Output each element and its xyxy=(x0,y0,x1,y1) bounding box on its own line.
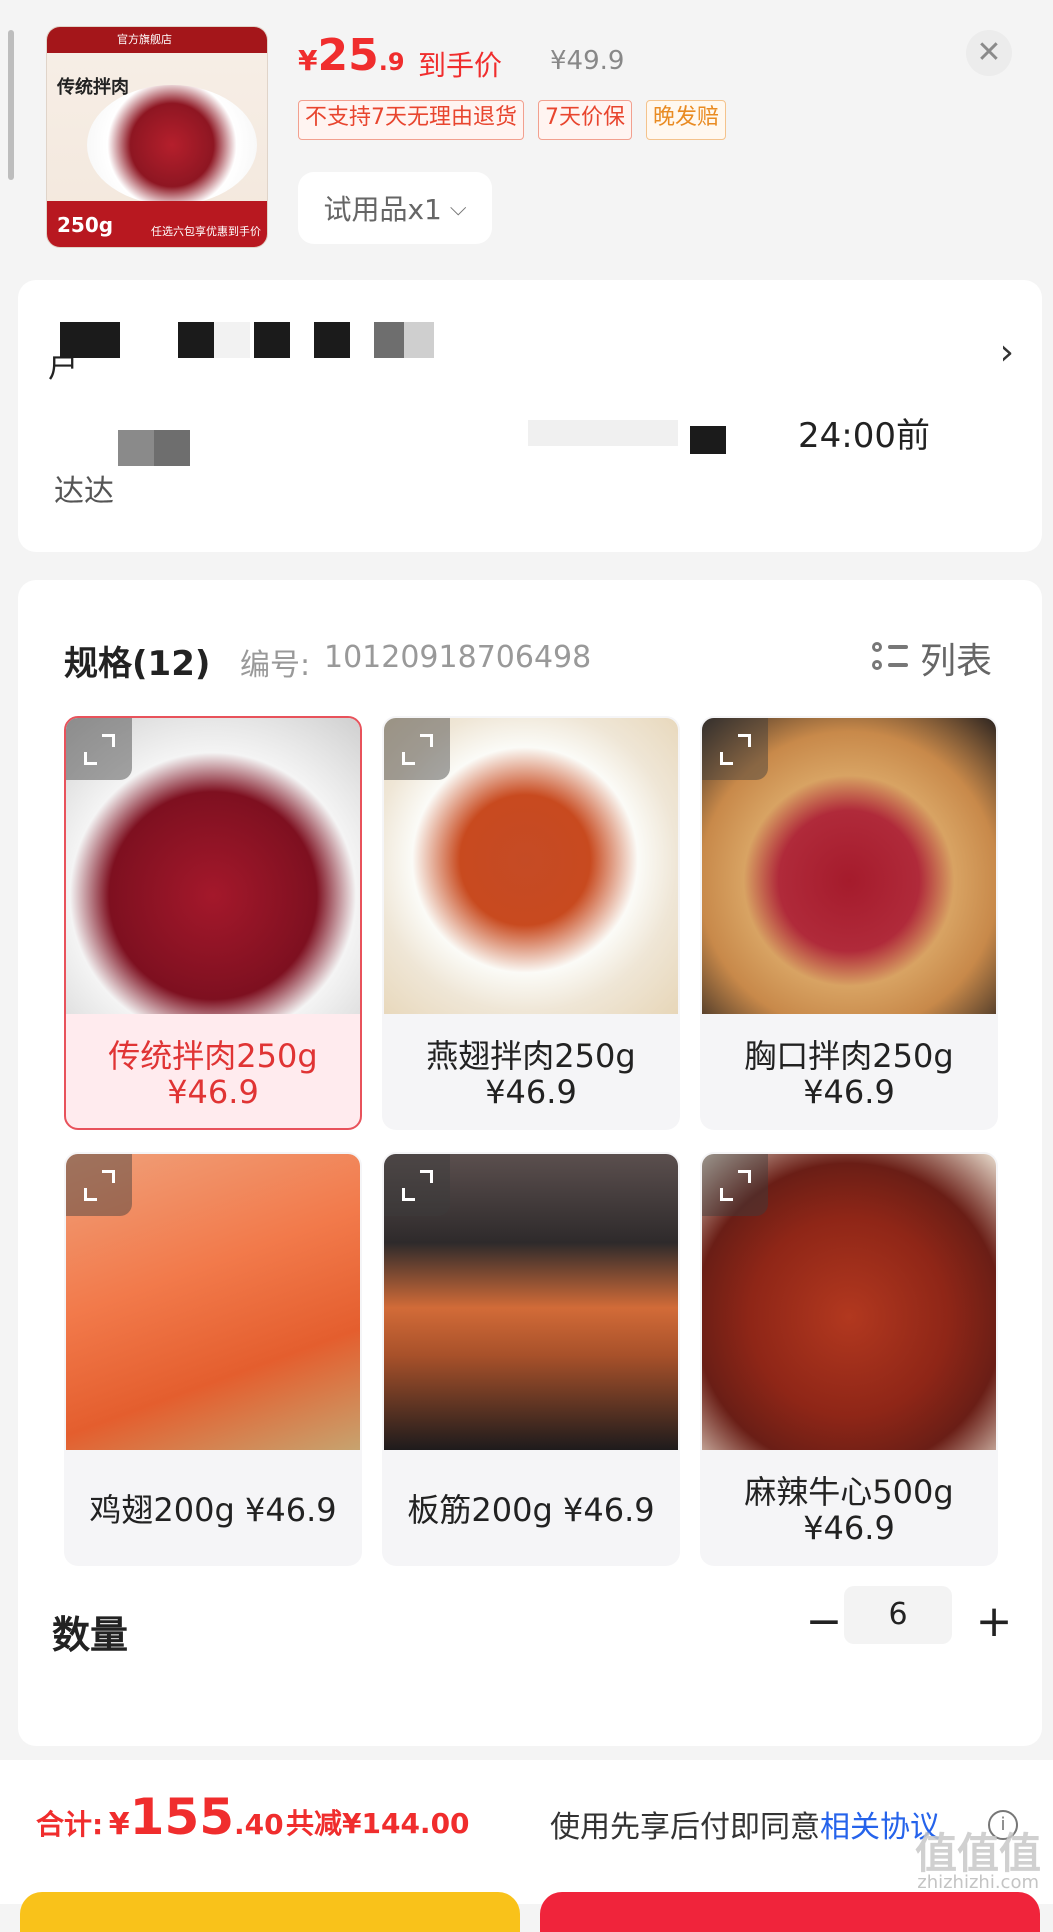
spec-code: 10120918706498 xyxy=(324,640,592,675)
watermark-url: zhizhizhi.com xyxy=(917,1872,1039,1893)
close-button[interactable]: ✕ xyxy=(966,30,1012,76)
redacted-block xyxy=(254,322,290,358)
agreement-text: 使用先享后付即同意相关协议 xyxy=(550,1802,940,1846)
spec-label: 胸口拌肉250g ¥46.9 xyxy=(702,1018,996,1128)
spec-item-traditional[interactable]: 传统拌肉250g ¥46.9 xyxy=(64,716,362,1130)
redacted-block xyxy=(118,430,154,466)
spec-item-name: 传统拌肉250g xyxy=(108,1037,318,1075)
redacted-block xyxy=(214,322,250,358)
quantity-input[interactable]: 6 xyxy=(844,1586,952,1644)
spec-label: 鸡翅200g ¥46.9 xyxy=(66,1454,360,1564)
increment-button[interactable]: + xyxy=(972,1592,1016,1652)
spec-item-price: ¥46.9 xyxy=(485,1073,577,1111)
decrement-button[interactable]: − xyxy=(802,1592,846,1652)
spec-item-name: 麻辣牛心500g xyxy=(744,1473,954,1511)
spec-item-price: ¥46.9 xyxy=(244,1491,337,1529)
spec-label: 板筋200g ¥46.9 xyxy=(384,1454,678,1564)
expand-icon[interactable] xyxy=(384,718,450,780)
spec-item-xiongkou[interactable]: 胸口拌肉250g ¥46.9 xyxy=(700,716,998,1130)
thumbnail-promo: 任选六包享优惠到手价 xyxy=(151,225,261,238)
redacted-text xyxy=(528,420,678,446)
list-view-label: 列表 xyxy=(920,641,993,682)
thumbnail-title: 传统拌肉 xyxy=(57,77,129,98)
chevron-down-icon: ⌵ xyxy=(449,195,467,221)
redacted-block xyxy=(374,322,404,358)
primary-yellow-button[interactable] xyxy=(20,1892,520,1932)
spec-label: 燕翅拌肉250g ¥46.9 xyxy=(384,1018,678,1128)
total-integer: 155 xyxy=(129,1788,235,1846)
spec-item-price: ¥46.9 xyxy=(803,1073,895,1111)
chevron-right-icon[interactable]: › xyxy=(1000,332,1014,373)
thumbnail-banner: 官方旗舰店 xyxy=(47,27,267,53)
spec-item-yanchi[interactable]: 燕翅拌肉250g ¥46.9 xyxy=(382,716,680,1130)
price-decimal: .9 xyxy=(378,48,405,76)
list-icon xyxy=(872,640,908,676)
badge-no-return: 不支持7天无理由退货 xyxy=(298,100,524,140)
spec-label: 麻辣牛心500g ¥46.9 xyxy=(702,1454,996,1564)
spec-item-name: 鸡翅200g xyxy=(89,1491,235,1529)
address-card[interactable]: 户 24:00前 达达 › xyxy=(18,280,1042,552)
expand-icon[interactable] xyxy=(66,718,132,780)
close-icon: ✕ xyxy=(976,35,1002,70)
thumbnail-weight: 250g xyxy=(57,213,114,237)
redacted-block xyxy=(154,430,190,466)
spec-title: 规格(12) xyxy=(64,644,211,684)
spec-item-name: 胸口拌肉250g xyxy=(744,1037,954,1075)
quantity-label: 数量 xyxy=(52,1613,129,1657)
total-label: 合计: xyxy=(36,1808,104,1841)
spec-item-price: ¥46.9 xyxy=(803,1509,895,1547)
total-price: 合计: ¥155.40 xyxy=(36,1788,284,1846)
redacted-block xyxy=(60,322,120,358)
service-badges: 不支持7天无理由退货 7天价保 晚发赔 xyxy=(298,100,727,140)
spec-item-price: ¥46.9 xyxy=(167,1073,259,1111)
total-decimal: .40 xyxy=(234,1808,284,1841)
price-integer: 25 xyxy=(317,30,379,81)
spec-label: 传统拌肉250g ¥46.9 xyxy=(66,1018,360,1128)
spec-item-name: 板筋200g xyxy=(407,1491,553,1529)
sample-selector-label: 试用品x1 xyxy=(323,193,442,226)
spec-item-name: 燕翅拌肉250g xyxy=(426,1037,636,1075)
primary-red-button[interactable] xyxy=(540,1892,1040,1932)
address-partial-text-2: 达达 xyxy=(54,474,114,509)
agreement-prefix: 使用先享后付即同意 xyxy=(550,1810,820,1845)
sample-selector[interactable]: 试用品x1 ⌵ xyxy=(298,172,492,244)
price-currency: ¥ xyxy=(298,44,318,77)
list-view-toggle[interactable]: 列表 xyxy=(872,632,992,684)
price-tag: 到手价 xyxy=(418,49,503,82)
badge-price-protect: 7天价保 xyxy=(538,100,632,140)
total-currency: ¥ xyxy=(108,1807,130,1842)
expand-icon[interactable] xyxy=(66,1154,132,1216)
redacted-block xyxy=(314,322,350,358)
scroll-indicator[interactable] xyxy=(8,30,14,180)
expand-icon[interactable] xyxy=(702,1154,768,1216)
spec-item-price: ¥46.9 xyxy=(562,1491,655,1529)
spec-item-banjin[interactable]: 板筋200g ¥46.9 xyxy=(382,1152,680,1566)
checkout-footer: 合计: ¥155.40 共减¥144.00 使用先享后付即同意相关协议 i xyxy=(0,1760,1053,1932)
redacted-block xyxy=(404,322,434,358)
badge-late-compensation: 晚发赔 xyxy=(646,100,727,140)
redacted-block xyxy=(178,322,214,358)
spec-code-label: 编号: xyxy=(240,648,311,683)
redacted-block xyxy=(690,426,726,454)
product-thumbnail[interactable]: 官方旗舰店 传统拌肉 250g 任选六包享优惠到手价 xyxy=(46,26,268,248)
spec-card: 规格(12) 编号: 10120918706498 列表 传统拌肉250g ¥46… xyxy=(18,580,1042,1746)
thumbnail-food-image xyxy=(87,85,257,205)
spec-item-spicy-heart[interactable]: 麻辣牛心500g ¥46.9 xyxy=(700,1152,998,1566)
spec-item-chicken-wing[interactable]: 鸡翅200g ¥46.9 xyxy=(64,1152,362,1566)
current-price: ¥25.9 xyxy=(298,30,405,81)
saving-amount: 共减¥144.00 xyxy=(286,1807,470,1840)
original-price: ¥49.9 xyxy=(550,46,625,76)
delivery-time: 24:00前 xyxy=(798,416,930,456)
expand-icon[interactable] xyxy=(702,718,768,780)
expand-icon[interactable] xyxy=(384,1154,450,1216)
